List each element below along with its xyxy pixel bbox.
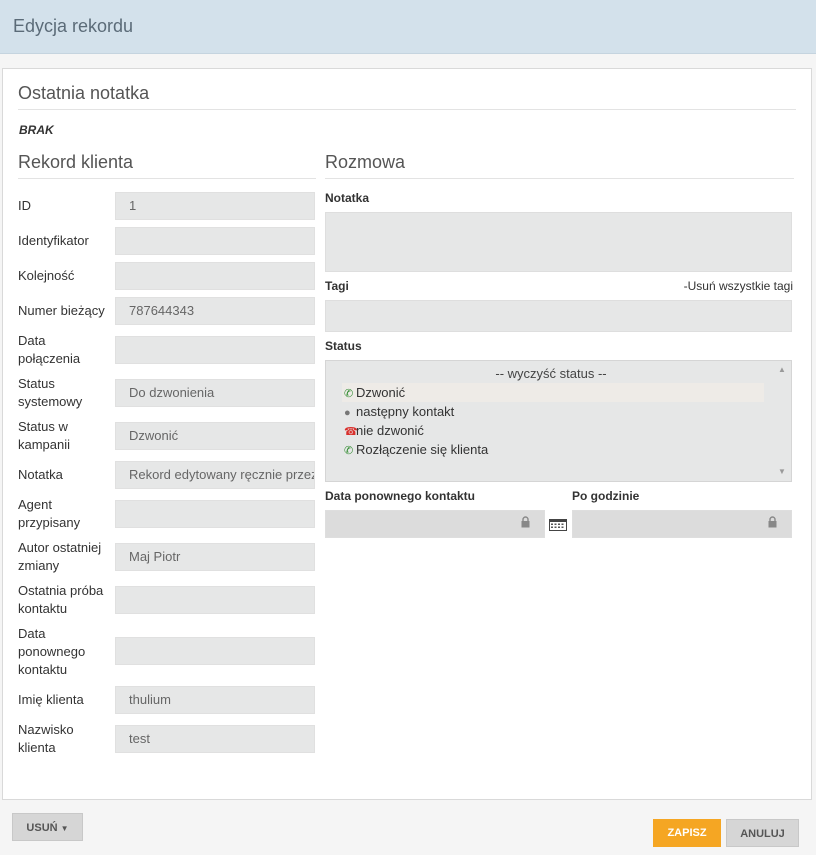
scroll-up-icon[interactable]: ▲ bbox=[778, 365, 786, 374]
field-label-id: ID bbox=[18, 198, 31, 213]
first-name-field[interactable]: thulium bbox=[115, 686, 315, 714]
caret-down-icon: ▼ bbox=[60, 824, 69, 833]
field-label-first-name: Imię klienta bbox=[18, 692, 84, 707]
status-option-do-not-call[interactable]: ☎nie dzwonić bbox=[342, 421, 764, 440]
delete-label: USUŃ bbox=[26, 822, 58, 834]
status-option-next-contact[interactable]: ● następny kontakt bbox=[342, 402, 764, 421]
divider bbox=[18, 178, 316, 179]
scroll-down-icon[interactable]: ▼ bbox=[778, 467, 786, 476]
field-label-system-status: Status systemowy bbox=[18, 376, 83, 409]
delete-dropdown-button[interactable]: USUŃ ▼ bbox=[12, 813, 83, 841]
after-hour-input[interactable] bbox=[572, 510, 792, 538]
last-change-author-field[interactable]: Maj Piotr bbox=[115, 543, 315, 571]
system-status-field[interactable]: Do dzwonienia bbox=[115, 379, 315, 407]
recontact-date-field[interactable] bbox=[115, 637, 315, 665]
call-date-field[interactable] bbox=[115, 336, 315, 364]
clear-status-option[interactable]: -- wyczyść status -- bbox=[326, 366, 776, 381]
recontact-date-input[interactable] bbox=[325, 510, 545, 538]
tags-input[interactable] bbox=[325, 300, 792, 332]
field-label-assigned-agent: Agent przypisany bbox=[18, 497, 81, 530]
conversation-note-textarea[interactable] bbox=[325, 212, 792, 272]
field-label-campaign-status: Status w kampanii bbox=[18, 419, 71, 452]
divider bbox=[325, 178, 794, 179]
field-label-last-name: Nazwisko klienta bbox=[18, 722, 74, 755]
field-label-current-number: Numer bieżący bbox=[18, 303, 105, 318]
field-label-note: Notatka bbox=[18, 467, 63, 482]
status-option-client-disconnect[interactable]: ✆ Rozłączenie się klienta bbox=[342, 440, 764, 459]
status-option-dzwonic[interactable]: ✆ Dzwonić bbox=[342, 383, 764, 402]
current-number-field[interactable]: 787644343 bbox=[115, 297, 315, 325]
lock-icon bbox=[768, 516, 777, 528]
remove-all-tags-link[interactable]: -Usuń wszystkie tagi bbox=[684, 279, 793, 293]
field-label-identifier: Identyfikator bbox=[18, 233, 89, 248]
calendar-icon[interactable] bbox=[549, 519, 567, 531]
lock-icon bbox=[521, 516, 530, 528]
cancel-button[interactable]: ANULUJ bbox=[726, 819, 799, 847]
record-edit-panel: Ostatnia notatka BRAK Rekord klienta ID … bbox=[2, 68, 812, 800]
dialog-title: Edycja rekordu bbox=[13, 16, 134, 36]
recontact-label: Data ponownego kontaktu bbox=[325, 489, 475, 503]
field-label-recontact-date: Data ponownego kontaktu bbox=[18, 626, 86, 677]
field-label-call-date: Data połączenia bbox=[18, 333, 81, 366]
field-label-last-contact-attempt: Ostatnia próba kontaktu bbox=[18, 583, 104, 616]
order-field[interactable] bbox=[115, 262, 315, 290]
field-label-order: Kolejność bbox=[18, 268, 75, 283]
status-option-label: następny kontakt bbox=[356, 404, 455, 419]
status-option-label: nie dzwonić bbox=[356, 423, 424, 438]
divider bbox=[18, 109, 796, 110]
identifier-field[interactable] bbox=[115, 227, 315, 255]
tags-label: Tagi bbox=[325, 279, 349, 293]
phone-green-icon: ✆ bbox=[344, 445, 354, 457]
last-note-title: Ostatnia notatka bbox=[18, 83, 150, 103]
campaign-status-field[interactable]: Dzwonić bbox=[115, 422, 315, 450]
status-option-label: Rozłączenie się klienta bbox=[356, 442, 489, 457]
note-field[interactable]: Rekord edytowany ręcznie przez bbox=[115, 461, 315, 489]
dialog-header: Edycja rekordu bbox=[0, 0, 816, 54]
field-label-last-change-author: Autor ostatniej zmiany bbox=[18, 540, 102, 573]
conversation-section-title: Rozmowa bbox=[325, 152, 406, 172]
status-scrollbar[interactable]: ▲ ▼ bbox=[775, 361, 791, 481]
record-section-title: Rekord klienta bbox=[18, 152, 134, 172]
id-field[interactable]: 1 bbox=[115, 192, 315, 220]
last-contact-attempt-field[interactable] bbox=[115, 586, 315, 614]
status-option-label: Dzwonić bbox=[356, 385, 406, 400]
last-note-value: BRAK bbox=[19, 123, 54, 137]
last-name-field[interactable]: test bbox=[115, 725, 315, 753]
conversation-note-label: Notatka bbox=[325, 191, 370, 205]
after-hour-label: Po godzinie bbox=[572, 489, 640, 503]
save-button[interactable]: ZAPISZ bbox=[653, 819, 721, 847]
assigned-agent-field[interactable] bbox=[115, 500, 315, 528]
status-listbox[interactable]: -- wyczyść status -- ✆ Dzwonić ● następny … bbox=[325, 360, 792, 482]
status-label: Status bbox=[325, 339, 362, 353]
